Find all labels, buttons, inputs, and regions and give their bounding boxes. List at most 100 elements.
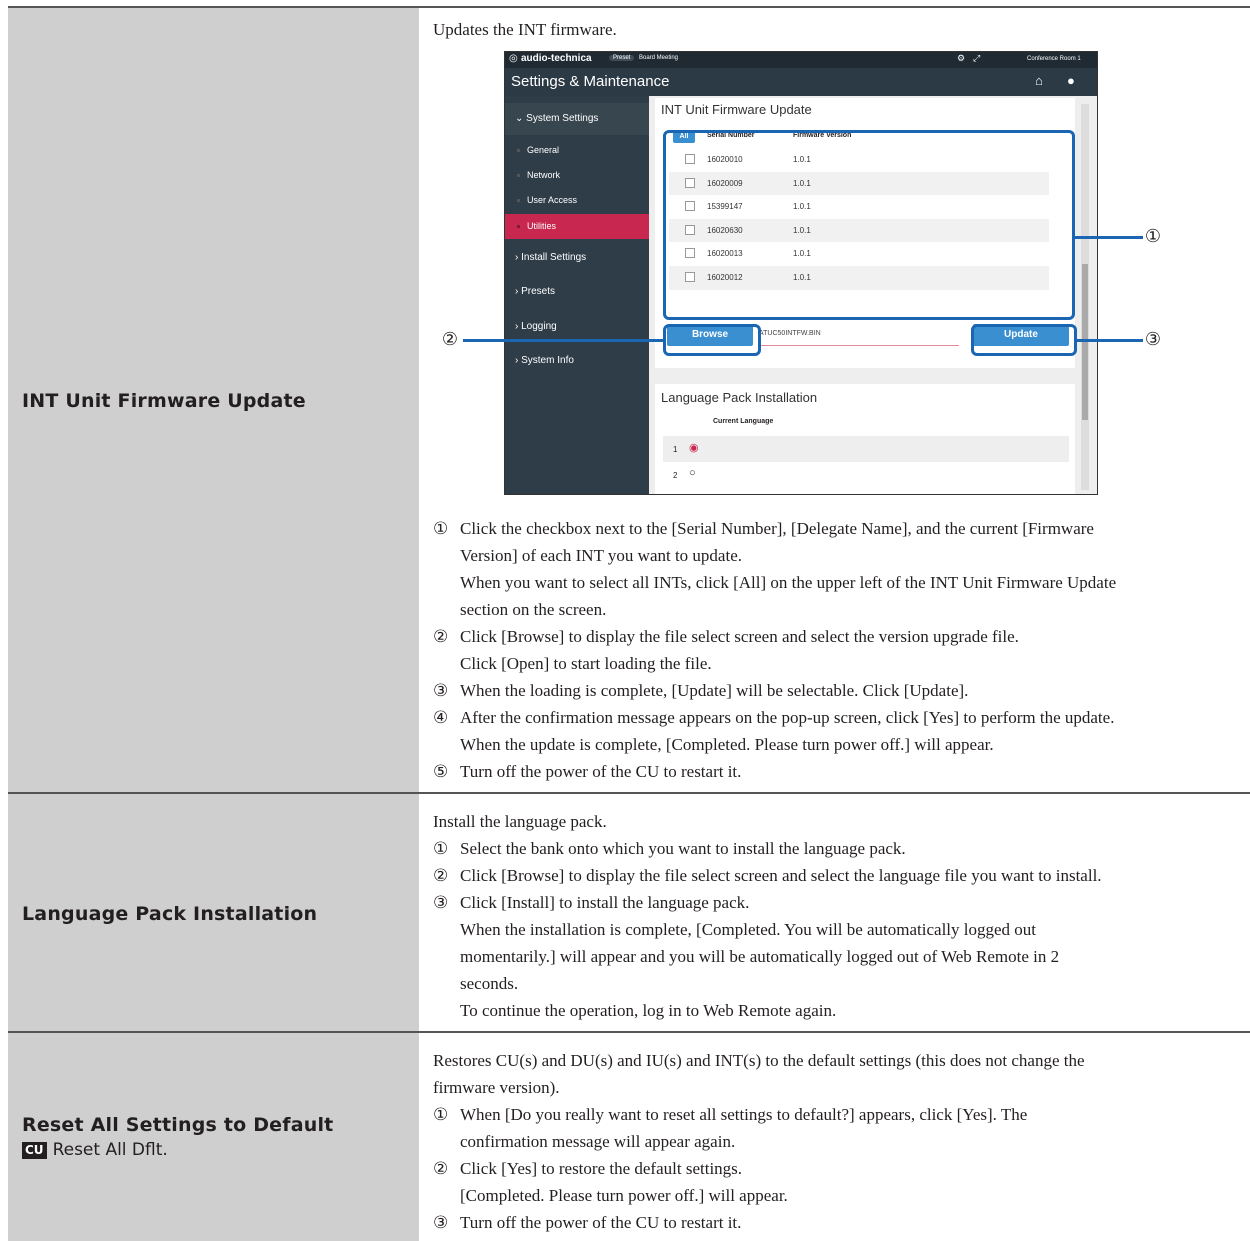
cu-badge: CU	[22, 1141, 47, 1159]
file-name-field[interactable]: ATUC50INTFW.BIN	[759, 330, 959, 346]
step-line: Click [Open] to start loading the file.	[433, 650, 1250, 677]
step-line: ④ After the confirmation message appears …	[433, 704, 1250, 731]
callout-box-browse	[663, 324, 761, 356]
step-list: ① When [Do you really want to reset all s…	[433, 1101, 1250, 1236]
preset-label: Preset	[609, 55, 635, 61]
lang-section-title: Language Pack Installation	[661, 390, 818, 405]
cu-menu-label: Reset All Dflt.	[52, 1140, 168, 1160]
step-text: After the confirmation message appears o…	[460, 708, 1115, 727]
step-text: section on the screen.	[460, 600, 607, 619]
radio-unselected-icon[interactable]: ○	[689, 467, 696, 479]
step-text: Select the bank onto which you want to i…	[460, 839, 906, 858]
step-text: seconds.	[460, 974, 519, 993]
step-number: ③	[433, 1213, 449, 1232]
row-reset-all-settings: Reset All Settings to Default CU Reset A…	[8, 1031, 1250, 1241]
step-number: ②	[433, 627, 449, 646]
row-description-cell: Updates the INT firmware. ◎ audio-techni…	[433, 8, 1250, 794]
step-number: ③	[433, 893, 449, 912]
intro-text-line-2: firmware version).	[433, 1078, 560, 1097]
lang-row-1[interactable]: 1 ◉	[663, 436, 1069, 462]
step-text: When the update is complete, [Completed.…	[460, 735, 994, 754]
step-list: ① Select the bank onto which you want to …	[433, 835, 1250, 1024]
lang-pack-panel: Language Pack Installation Current Langu…	[655, 384, 1075, 494]
step-line: ② Click [Browse] to display the file sele…	[433, 862, 1250, 889]
scrollbar[interactable]	[1081, 104, 1089, 490]
nav-presets[interactable]: › Presets	[505, 276, 649, 308]
intro-text: Install the language pack.	[433, 812, 607, 831]
intro-text: Updates the INT firmware.	[433, 20, 617, 39]
step-text: Version] of each INT you want to update.	[460, 546, 742, 565]
nav-item-user-access[interactable]: User Access	[505, 188, 649, 213]
step-line: ③ Click [Install] to install the language…	[433, 889, 1250, 916]
step-text: Click [Browse] to display the file selec…	[460, 627, 1019, 646]
nav-item-network[interactable]: Network	[505, 163, 649, 188]
user-icon[interactable]: ●	[1067, 73, 1075, 88]
step-line: confirmation message will appear again.	[433, 1128, 1250, 1155]
step-text: Turn off the power of the CU to restart …	[460, 762, 742, 781]
step-text: momentarily.] will appear and you will b…	[460, 947, 1060, 966]
nav-item-utilities[interactable]: Utilities	[505, 214, 649, 239]
title-bar: Settings & Maintenance ⌂ ●	[505, 68, 1097, 96]
row-description-cell: Restores CU(s) and DU(s) and IU(s) and I…	[433, 1033, 1250, 1241]
step-line: Version] of each INT you want to update.	[433, 542, 1250, 569]
step-text: Click [Open] to start loading the file.	[460, 654, 712, 673]
settings-gear-icon[interactable]: ⚙	[957, 53, 965, 64]
scrollbar-thumb[interactable]	[1082, 264, 1088, 420]
row-int-firmware-update: INT Unit Firmware Update Updates the INT…	[8, 6, 1250, 794]
step-text: confirmation message will appear again.	[460, 1132, 736, 1151]
step-text: Click [Yes] to restore the default setti…	[460, 1159, 743, 1178]
row-title: Reset All Settings to Default	[22, 1114, 334, 1136]
row-description-cell: Install the language pack. ① Select the b…	[433, 794, 1250, 1033]
row-label-cell: Reset All Settings to Default CU Reset A…	[8, 1033, 419, 1241]
step-line: ③ Turn off the power of the CU to restart…	[433, 1209, 1250, 1236]
brand-logo-icon: ◎	[509, 53, 518, 64]
step-text: When [Do you really want to reset all se…	[460, 1105, 1028, 1124]
step-text: Click the checkbox next to the [Serial N…	[460, 519, 1094, 538]
brand-name: audio-technica	[521, 53, 592, 64]
step-line: seconds.	[433, 970, 1250, 997]
step-line: ② Click [Yes] to restore the default sett…	[433, 1155, 1250, 1182]
callout-box-table	[663, 130, 1075, 320]
chevron-down-icon: ⌄	[515, 113, 527, 124]
nav-install-settings[interactable]: › Install Settings	[505, 242, 649, 274]
radio-selected-icon[interactable]: ◉	[689, 441, 699, 454]
step-text: Turn off the power of the CU to restart …	[460, 1213, 742, 1232]
step-text: Click [Browse] to display the file selec…	[460, 866, 1102, 885]
step-list: ① Click the checkbox next to the [Serial …	[433, 515, 1250, 785]
step-line: ① Select the bank onto which you want to …	[433, 835, 1250, 862]
nav-system-settings[interactable]: ⌄ System Settings	[505, 103, 649, 135]
nav-system-info[interactable]: › System Info	[505, 345, 649, 377]
step-line: When the installation is complete, [Comp…	[433, 916, 1250, 943]
step-text: When you want to select all INTs, click …	[460, 573, 1117, 592]
ui-screenshot: ◎ audio-technica Preset Board Meeting ⚙ …	[504, 51, 1098, 495]
row-label-cell: INT Unit Firmware Update	[8, 8, 419, 794]
callout-number-2: ②	[441, 329, 459, 350]
row-subtitle: CU Reset All Dflt.	[22, 1140, 419, 1160]
step-line: [Completed. Please turn power off.] will…	[433, 1182, 1250, 1209]
step-line: When you want to select all INTs, click …	[433, 569, 1250, 596]
step-number: ①	[433, 519, 449, 538]
row-language-pack-installation: Language Pack Installation Install the l…	[8, 792, 1250, 1033]
preset-value: Board Meeting	[639, 55, 679, 61]
step-number: ④	[433, 708, 449, 727]
step-line: When the update is complete, [Completed.…	[433, 731, 1250, 758]
row-title: INT Unit Firmware Update	[22, 390, 306, 412]
step-text: When the installation is complete, [Comp…	[460, 920, 1037, 939]
step-line: section on the screen.	[433, 596, 1250, 623]
callout-line-2	[463, 339, 664, 342]
step-line: ⑤ Turn off the power of the CU to restart…	[433, 758, 1250, 785]
step-line: ① When [Do you really want to reset all s…	[433, 1101, 1250, 1128]
fw-section-title: INT Unit Firmware Update	[661, 102, 812, 117]
step-text: Click [Install] to install the language …	[460, 893, 750, 912]
expand-icon[interactable]: ⤢	[973, 53, 980, 64]
callout-number-3: ③	[1144, 329, 1162, 350]
step-line: ③ When the loading is complete, [Update] …	[433, 677, 1250, 704]
home-icon[interactable]: ⌂	[1035, 73, 1043, 88]
lang-row-2[interactable]: 2 ○	[663, 462, 1069, 488]
step-number: ①	[433, 1105, 449, 1124]
row-title: Language Pack Installation	[22, 902, 318, 925]
nav-item-general[interactable]: General	[505, 138, 649, 163]
side-navigation: ⌄ System Settings General Network User A…	[505, 96, 649, 494]
col-current-language: Current Language	[713, 418, 774, 425]
room-name: Conference Room 1	[1027, 56, 1081, 62]
